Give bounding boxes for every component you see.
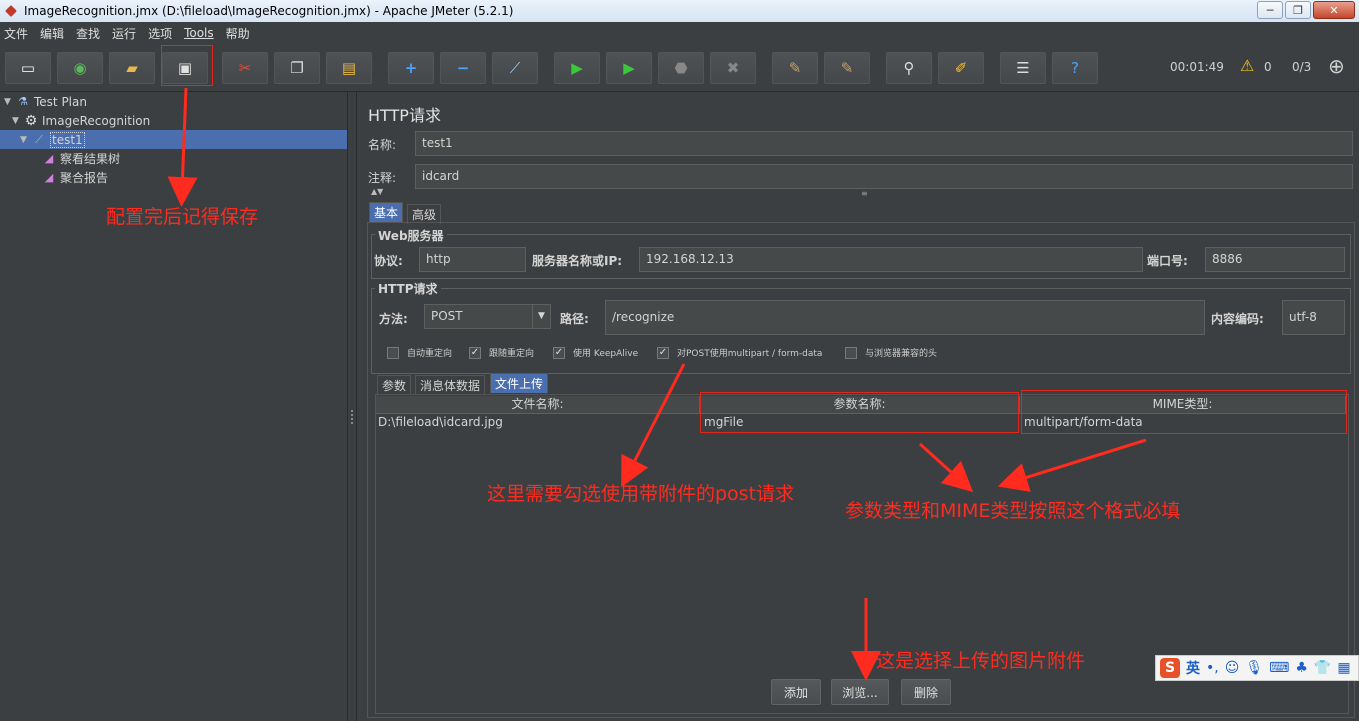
arrow-to-multipart (621, 363, 686, 488)
arrow-to-mime (997, 438, 1147, 492)
arrow-to-param-name (918, 442, 974, 493)
shirt-icon[interactable]: 👕 (1314, 660, 1331, 676)
keyboard-icon[interactable]: ⌨ (1269, 660, 1289, 676)
ime-language[interactable]: 英 (1186, 658, 1200, 678)
browse-annotation: 这是选择上传的图片附件 (876, 650, 1086, 672)
save-annotation: 配置完后记得保存 (106, 206, 259, 228)
annotation-arrows (167, 87, 1147, 681)
emoji-icon[interactable]: ☺ (1225, 660, 1240, 676)
sogou-logo-icon: S (1160, 658, 1180, 678)
punctuation-icon[interactable]: •, (1206, 660, 1219, 676)
skin-icon[interactable]: ♣ (1295, 660, 1308, 676)
microphone-icon[interactable]: 🎙 (1245, 660, 1263, 676)
ime-toolbar[interactable]: S 英 •, ☺ 🎙 ⌨ ♣ 👕 ▦ (1155, 655, 1359, 681)
multipart-annotation: 这里需要勾选使用带附件的post请求 (487, 483, 795, 505)
arrow-to-save (167, 87, 198, 207)
mime-annotation: 参数类型和MIME类型按照这个格式必填 (845, 500, 1181, 522)
grid-menu-icon[interactable]: ▦ (1337, 660, 1350, 676)
